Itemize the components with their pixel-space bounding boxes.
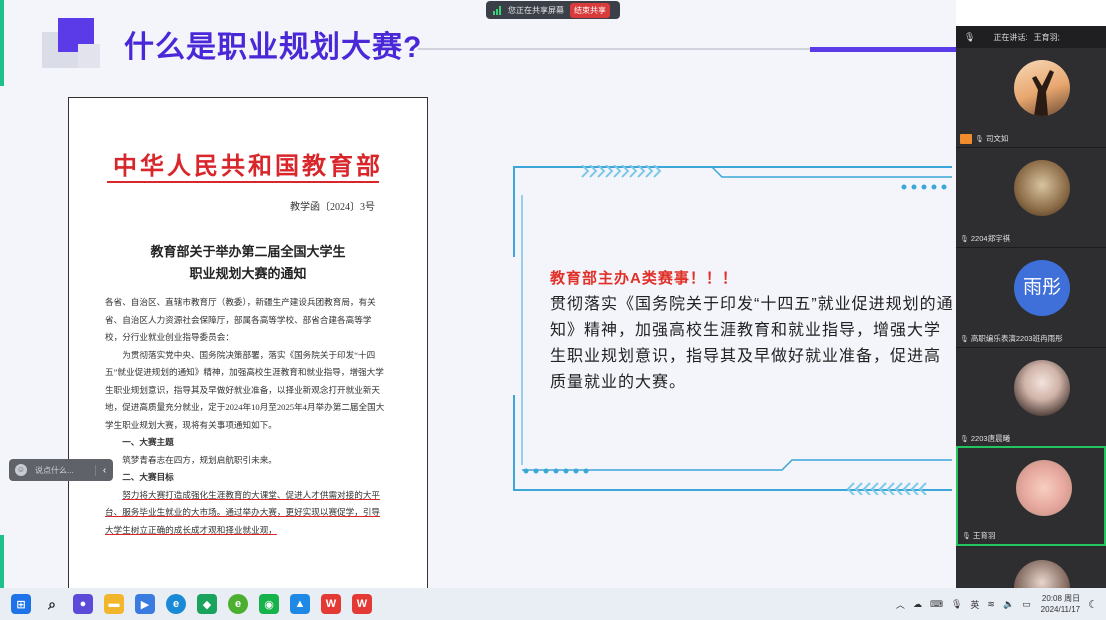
participant-tile[interactable]: 雨彤 🎙 高职编乐表演2203班冉雨彤 [956, 248, 1106, 348]
screen-share-bar: 您正在共享屏幕 结束共享 [486, 1, 620, 19]
document-red-rule [107, 181, 379, 183]
document-paragraph: 各省、自治区、直辖市教育厅（教委），新疆生产建设兵团教育局，有关省、自治区人力资… [105, 297, 376, 342]
participant-name: 🎙 司文如 [960, 133, 1008, 144]
document-section-heading: 一、大赛主题 [122, 437, 174, 447]
chevron-up-icon[interactable]: ︿ [896, 598, 905, 611]
store-icon[interactable]: ◆ [197, 594, 217, 614]
participant-panel: 🎙 正在讲话: 王育羽; 🎙 司文如 🎙 2204郑宇祺 雨彤 🎙 高职编乐表演220… [956, 26, 1106, 588]
document-section-heading: 二、大赛目标 [122, 472, 174, 482]
share-status-text: 您正在共享屏幕 [508, 5, 564, 15]
document-title-line: 职业规划大赛的通知 [189, 266, 307, 281]
document-body: 各省、自治区、直辖市教育厅（教委），新疆生产建设兵团教育局，有关省、自治区人力资… [105, 294, 385, 539]
share-border-top-left [0, 0, 4, 86]
document-number: 教学函〔2024〕3号 [290, 202, 375, 213]
input-language[interactable]: 英 [970, 598, 979, 611]
title-underline-accent [810, 47, 956, 52]
comment-placeholder[interactable]: 说点什么... [35, 465, 95, 476]
search-icon[interactable]: ⌕ [42, 594, 62, 614]
wifi-icon[interactable]: ≋ [987, 599, 995, 610]
participant-name: 🎙 高职编乐表演2203班冉雨彤 [960, 334, 1063, 343]
participant-tile[interactable]: 🎙 2203唐晨曦 [956, 348, 1106, 448]
media-player-icon[interactable]: ▶ [135, 594, 155, 614]
wechat-icon[interactable]: ◉ [259, 594, 279, 614]
document-title-line: 教育部关于举办第二届全国大学生 [150, 244, 346, 259]
avatar [1014, 560, 1070, 588]
clock[interactable]: 20:08 周日 2024/11/17 [1041, 593, 1080, 615]
document-title: 教育部关于举办第二届全国大学生 职业规划大赛的通知 [69, 241, 427, 285]
cloud-icon[interactable]: ☁ [913, 599, 922, 610]
title-decoration [78, 44, 100, 68]
callout-body: 贯彻落实《国务院关于印发“十四五”就业促进规划的通知》精神，加强高校生涯教育和就… [550, 296, 954, 391]
speaking-name: 王育羽; [1033, 32, 1060, 42]
chevron-left-icon[interactable]: ‹ [95, 464, 113, 476]
speaking-indicator: 🎙 正在讲话: 王育羽; [956, 26, 1106, 48]
raised-hand-icon [960, 133, 972, 144]
keyboard-icon[interactable]: ⌨ [930, 599, 943, 610]
notice-document: 中华人民共和国教育部 教学函〔2024〕3号 教育部关于举办第二届全国大学生 职… [68, 97, 428, 588]
emoji-icon[interactable]: ☺ [15, 464, 27, 476]
participant-tile[interactable] [956, 548, 1106, 588]
participant-name: 🎙 2204郑宇祺 [960, 234, 1011, 243]
system-tray: ︿ ☁ ⌨ 🎙 英 ≋ 🔈 ▭ 20:08 周日 2024/11/17 ☾ [888, 588, 1098, 620]
share-border-bottom-left [0, 535, 4, 588]
slide-title: 什么是职业规划大赛? [124, 31, 423, 64]
windows-start-icon[interactable]: ⊞ [11, 594, 31, 614]
participant-name: 🎙 王育羽 [962, 531, 996, 540]
silhouette-icon [1032, 70, 1054, 116]
wps-icon[interactable]: W [321, 594, 341, 614]
app-icon[interactable]: ▲ [290, 594, 310, 614]
windows-taskbar: ⊞ ⌕ ● ▬ ▶ e ◆ e ◉ ▲ W W ︿ ☁ ⌨ 🎙 英 ≋ 🔈 ▭ … [0, 588, 1106, 620]
wps-document-icon[interactable]: W [352, 594, 372, 614]
participant-name: 🎙 2203唐晨曦 [960, 434, 1011, 443]
edge-browser-icon[interactable]: e [166, 594, 186, 614]
avatar [1016, 460, 1072, 516]
signal-icon [493, 5, 501, 15]
clock-date: 2024/11/17 [1040, 605, 1081, 614]
callout-heading: 教育部主办A类赛事！！！ [550, 270, 738, 287]
document-paragraph: 筑梦青春志在四方，规划启航职引未来。 [122, 454, 277, 465]
clock-time: 20:08 周日 [1041, 594, 1081, 603]
document-paragraph: 努力将大赛打造成强化生涯教育的大课堂、促进人才供需对接的大平台、服务毕业生就业的… [105, 489, 381, 535]
microphone-icon: 🎙 [962, 532, 971, 540]
participant-tile-active[interactable]: 🎙 王育羽 [956, 446, 1106, 546]
comment-input-pill[interactable]: ☺ 说点什么... ‹ [9, 459, 113, 481]
speaker-icon[interactable]: 🔈 [1003, 599, 1014, 610]
avatar: 雨彤 [1014, 260, 1070, 316]
participant-tile[interactable]: 🎙 司文如 [956, 48, 1106, 148]
notification-icon[interactable]: ☾ [1088, 598, 1098, 611]
stop-sharing-button[interactable]: 结束共享 [570, 2, 610, 18]
document-paragraph: 为贯彻落实党中央、国务院决策部署，落实《国务院关于印发“十四五”就业促进规划的通… [105, 349, 385, 430]
meeting-app-icon[interactable]: ● [73, 594, 93, 614]
avatar [1014, 160, 1070, 216]
participant-tile[interactable]: 🎙 2204郑宇祺 [956, 148, 1106, 248]
presentation-slide: 什么是职业规划大赛? 中华人民共和国教育部 教学函〔2024〕3号 教育部关于举… [0, 0, 956, 588]
microphone-icon: 🎙 [964, 31, 976, 42]
microphone-icon: 🎙 [960, 235, 969, 243]
microphone-icon: 🎙 [975, 135, 984, 143]
avatar [1014, 60, 1070, 116]
avatar [1014, 360, 1070, 416]
battery-icon[interactable]: ▭ [1022, 599, 1031, 610]
microphone-icon: 🎙 [960, 335, 969, 343]
speaking-label: 正在讲话: [993, 32, 1028, 42]
microphone-icon[interactable]: 🎙 [951, 599, 962, 610]
microphone-icon: 🎙 [960, 435, 969, 443]
browser-icon[interactable]: e [228, 594, 248, 614]
folder-icon[interactable]: ▬ [104, 594, 124, 614]
document-header: 中华人民共和国教育部 [113, 154, 383, 180]
